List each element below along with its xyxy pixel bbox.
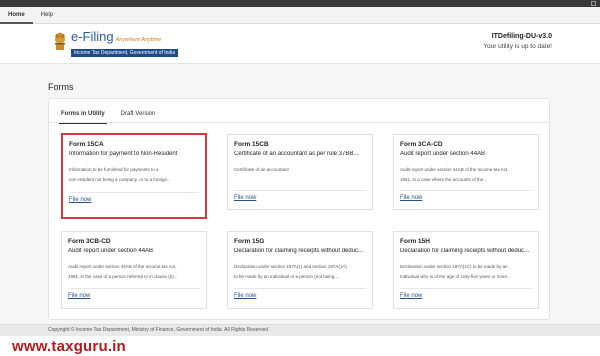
- form-description-line: to be made by an Individual or a person …: [234, 274, 339, 279]
- form-description-line: 1961, in the case of a person referred t…: [68, 274, 178, 279]
- form-description: Declaration under section 197A(1) and se…: [234, 262, 368, 282]
- form-title: Form 15H: [400, 238, 430, 245]
- form-subtitle: Information for payment to Non-Resident: [69, 151, 178, 157]
- form-title: Form 3CB-CD: [68, 238, 111, 245]
- form-description-line: Audit report under section 44AB of the I…: [68, 264, 177, 269]
- form-description-line: Information to be furnished for payments…: [69, 167, 159, 172]
- card-divider: [234, 288, 366, 289]
- version-block: ITDefiling-DU-v3.0 Your utility is up to…: [483, 33, 552, 50]
- form-description-line: Declaration under section 197A(1C) to be…: [400, 264, 508, 269]
- file-now-link[interactable]: File now: [68, 293, 90, 299]
- card-divider: [400, 288, 532, 289]
- form-subtitle: Audit report under section 44AB: [400, 151, 486, 157]
- file-now-link[interactable]: File now: [234, 293, 256, 299]
- update-status: Your utility is up to date!: [483, 43, 552, 50]
- form-card-3ca-cd[interactable]: Form 3CA-CD Audit report under section 4…: [393, 134, 539, 210]
- form-subtitle: Declaration for claiming receipts withou…: [400, 248, 530, 254]
- form-card-15cb[interactable]: Form 15CB Certificate of an accountant a…: [227, 134, 373, 210]
- form-description-line: Audit report under section 44AB of the I…: [400, 167, 509, 172]
- file-now-link[interactable]: File now: [400, 293, 422, 299]
- card-divider: [234, 190, 366, 191]
- form-title: Form 15G: [234, 238, 265, 245]
- form-title: Form 15CA: [69, 141, 104, 148]
- efiling-logo: e-Filing Anywhere Anytime Income Tax Depa…: [52, 29, 179, 57]
- tabs-divider: [49, 122, 549, 123]
- form-card-15ca[interactable]: Form 15CA Information for payment to Non…: [61, 133, 207, 219]
- forms-panel: Forms in Utility Draft Version Form 15CA…: [48, 98, 550, 320]
- form-description: Declaration under section 197A(1C) to be…: [400, 262, 534, 282]
- form-description: Certificate of an accountant: [234, 165, 368, 175]
- copyright-text: Copyright © Income Tax Department, Minis…: [48, 327, 269, 333]
- card-divider: [400, 190, 532, 191]
- card-divider: [68, 288, 200, 289]
- form-title: Form 3CA-CD: [400, 141, 443, 148]
- department-label: Income Tax Department, Government of Ind…: [71, 49, 179, 57]
- app-header: e-Filing Anywhere Anytime Income Tax Depa…: [0, 24, 600, 64]
- form-subtitle: Audit report under section 44AB: [68, 248, 154, 254]
- card-divider: [69, 192, 199, 193]
- file-now-link[interactable]: File now: [400, 195, 422, 201]
- watermark-strip: www.taxguru.in: [0, 336, 600, 356]
- maximize-icon[interactable]: [591, 1, 596, 6]
- form-card-15h[interactable]: Form 15H Declaration for claiming receip…: [393, 231, 539, 309]
- form-title: Form 15CB: [234, 141, 269, 148]
- main-content: Forms Forms in Utility Draft Version For…: [0, 64, 600, 324]
- form-subtitle: Certificate of an accountant as per rule…: [234, 151, 359, 157]
- form-card-3cb-cd[interactable]: Form 3CB-CD Audit report under section 4…: [61, 231, 207, 309]
- form-card-15g[interactable]: Form 15G Declaration for claiming receip…: [227, 231, 373, 309]
- brand-name: e-Filing: [71, 29, 114, 44]
- window-controls: [591, 1, 596, 6]
- menu-help[interactable]: Help: [33, 7, 61, 24]
- form-description-line: Certificate of an accountant: [234, 167, 289, 172]
- utility-version: ITDefiling-DU-v3.0: [491, 33, 552, 40]
- form-description: Audit report under section 44AB of the I…: [400, 165, 534, 185]
- page-title: Forms: [48, 82, 74, 92]
- menu-home[interactable]: Home: [0, 7, 33, 24]
- file-now-link[interactable]: File now: [69, 197, 91, 203]
- form-description: Audit report under section 44AB of the I…: [68, 262, 202, 282]
- brand-tagline: Anywhere Anytime: [115, 37, 162, 43]
- national-emblem-icon: [55, 32, 65, 50]
- form-description-line: non-resident not being a company, or to …: [69, 177, 171, 182]
- form-description-line: Declaration under section 197A(1) and se…: [234, 264, 347, 269]
- watermark-text: www.taxguru.in: [12, 338, 126, 355]
- form-description-line: Individual who is of the age of sixty-fi…: [400, 274, 511, 279]
- window-titlebar: [0, 0, 600, 7]
- form-subtitle: Declaration for claiming receipts withou…: [234, 248, 364, 254]
- form-description-line: 1961, in a case where the accounts of th…: [400, 177, 488, 182]
- menu-bar: Home Help: [0, 7, 600, 24]
- file-now-link[interactable]: File now: [234, 195, 256, 201]
- form-description: Information to be furnished for payments…: [69, 165, 203, 185]
- page-footer: Copyright © Income Tax Department, Minis…: [0, 324, 600, 336]
